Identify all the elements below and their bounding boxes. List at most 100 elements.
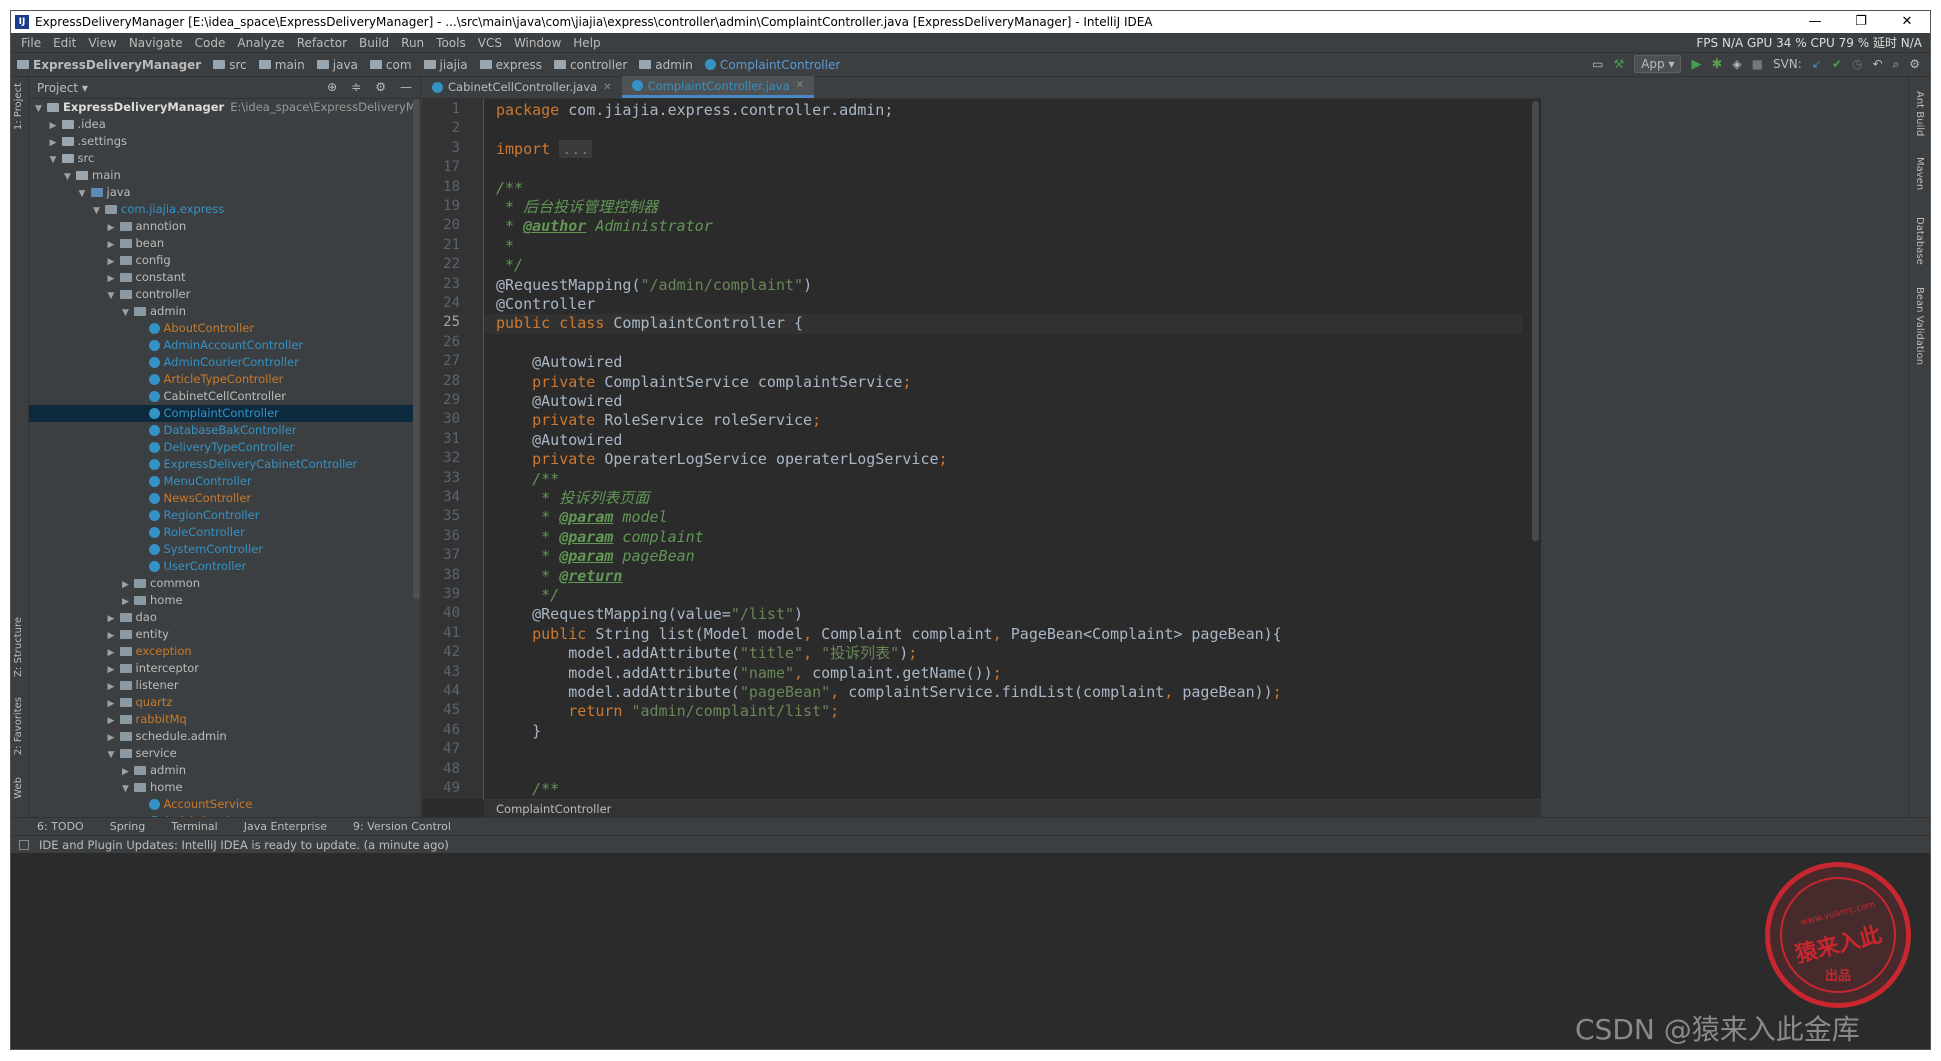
code-line[interactable]: * 后台投诉管理控制器: [496, 198, 658, 217]
tree-item[interactable]: ▶ .settings: [29, 133, 413, 150]
breadcrumb-item[interactable]: jiajia: [423, 58, 480, 72]
tree-item[interactable]: DeliveryTypeController: [29, 439, 413, 456]
tree-item[interactable]: ▶ annotion: [29, 218, 413, 235]
code-line[interactable]: @Controller: [496, 295, 595, 314]
coverage-icon[interactable]: ◈: [1732, 57, 1741, 71]
code-area[interactable]: package com.jiajia.express.controller.ad…: [484, 99, 1523, 799]
project-scrollbar[interactable]: [413, 99, 420, 599]
tree-item[interactable]: RoleController: [29, 524, 413, 541]
menu-code[interactable]: Code: [189, 36, 232, 50]
menu-vcs[interactable]: VCS: [472, 36, 508, 50]
tab-close-icon[interactable]: ✕: [603, 82, 611, 93]
menu-refactor[interactable]: Refactor: [291, 36, 353, 50]
tree-item[interactable]: ▶ listener: [29, 677, 413, 694]
code-line[interactable]: *: [496, 237, 514, 256]
tree-item[interactable]: ▼ home: [29, 779, 413, 796]
editor-scrollbar[interactable]: [1532, 101, 1539, 541]
editor-tab[interactable]: ComplaintController.java ✕: [621, 76, 815, 98]
run-config-select[interactable]: App ▾: [1634, 55, 1682, 73]
tree-item[interactable]: AdminAccountController: [29, 337, 413, 354]
code-line[interactable]: /**: [496, 780, 559, 799]
code-line[interactable]: */: [496, 256, 523, 275]
project-view-select[interactable]: Project ▾: [37, 81, 88, 95]
tree-item[interactable]: ▶ interceptor: [29, 660, 413, 677]
menu-file[interactable]: File: [15, 36, 47, 50]
layout-icon[interactable]: ▭: [1592, 57, 1603, 71]
tree-item[interactable]: AdminCourierController: [29, 354, 413, 371]
status-toggle-icon[interactable]: [19, 839, 29, 850]
menu-navigate[interactable]: Navigate: [123, 36, 189, 50]
code-line[interactable]: * @param model: [496, 508, 667, 527]
menu-view[interactable]: View: [82, 36, 122, 50]
code-line[interactable]: public String list(Model model, Complain…: [496, 625, 1282, 644]
build-hammer-icon[interactable]: ⚒: [1613, 57, 1624, 71]
menu-window[interactable]: Window: [508, 36, 567, 50]
tool-window-button[interactable]: 6: TODO: [37, 820, 84, 833]
code-line[interactable]: @RequestMapping(value="/list"): [496, 605, 803, 624]
menu-run[interactable]: Run: [395, 36, 430, 50]
side-tool-button[interactable]: Database: [1914, 217, 1925, 265]
tool-window-button[interactable]: Java Enterprise: [244, 820, 327, 833]
collapse-all-icon[interactable]: ≑: [351, 80, 361, 94]
code-line[interactable]: import ...: [496, 139, 593, 159]
tool-window-button[interactable]: 9: Version Control: [353, 820, 451, 833]
tree-item[interactable]: ▼ src: [29, 150, 413, 167]
tree-item[interactable]: ArticleTypeController: [29, 371, 413, 388]
code-line[interactable]: public class ComplaintController {: [496, 314, 803, 333]
tree-item[interactable]: ▶ dao: [29, 609, 413, 626]
tree-item[interactable]: ▶ quartz: [29, 694, 413, 711]
side-tool-button[interactable]: Ant Build: [1914, 91, 1925, 136]
tree-item[interactable]: ▼ main: [29, 167, 413, 184]
menu-edit[interactable]: Edit: [47, 36, 82, 50]
search-icon[interactable]: ⌕: [1893, 57, 1900, 72]
code-line[interactable]: /**: [496, 470, 559, 489]
code-line[interactable]: @RequestMapping("/admin/complaint"): [496, 276, 812, 295]
side-tool-button[interactable]: Maven: [1914, 157, 1925, 190]
minimize-button[interactable]: —: [1792, 11, 1838, 33]
side-tool-button[interactable]: Z: Structure: [13, 617, 24, 677]
tree-item[interactable]: NewsController: [29, 490, 413, 507]
code-line[interactable]: @Autowired: [496, 353, 622, 372]
breadcrumb-item[interactable]: com: [369, 58, 424, 72]
code-line[interactable]: private OperaterLogService operaterLogSe…: [496, 450, 947, 469]
side-tool-button[interactable]: 2: Favorites: [13, 697, 24, 755]
breadcrumb-item[interactable]: controller: [554, 58, 639, 72]
tree-root[interactable]: ▼ ExpressDeliveryManager E:\idea_space\Exp…: [29, 99, 413, 116]
breadcrumb-item[interactable]: ExpressDeliveryManager: [17, 58, 213, 72]
tree-item[interactable]: ▼ admin: [29, 303, 413, 320]
run-icon[interactable]: ▶: [1691, 57, 1701, 72]
menu-tools[interactable]: Tools: [430, 36, 472, 50]
breadcrumb-item[interactable]: main: [258, 58, 317, 72]
side-tool-button[interactable]: 1: Project: [13, 83, 24, 130]
breadcrumb-item[interactable]: src: [213, 58, 259, 72]
tree-item[interactable]: ▼ service: [29, 745, 413, 762]
code-line[interactable]: * @return: [496, 567, 622, 586]
tree-item[interactable]: ExpressDeliveryCabinetController: [29, 456, 413, 473]
tool-window-button[interactable]: Terminal: [171, 820, 218, 833]
code-line[interactable]: * @param complaint: [496, 528, 704, 547]
svn-update-icon[interactable]: ↙: [1812, 57, 1822, 71]
settings-icon[interactable]: ⚙: [1909, 57, 1920, 71]
menu-help[interactable]: Help: [567, 36, 606, 50]
hide-icon[interactable]: —: [400, 80, 412, 94]
tree-item[interactable]: ▶ bean: [29, 235, 413, 252]
code-line[interactable]: model.addAttribute("title", "投诉列表");: [496, 644, 917, 663]
side-tool-button[interactable]: Web: [13, 777, 24, 799]
side-tool-button[interactable]: Bean Validation: [1914, 287, 1925, 365]
tree-item[interactable]: UserController: [29, 558, 413, 575]
tree-item[interactable]: MenuController: [29, 473, 413, 490]
tree-item[interactable]: ▶ home: [29, 592, 413, 609]
tree-item[interactable]: ▶ common: [29, 575, 413, 592]
menu-build[interactable]: Build: [353, 36, 395, 50]
tree-item[interactable]: DatabaseBakController: [29, 422, 413, 439]
maximize-button[interactable]: ❐: [1838, 11, 1884, 33]
tree-item[interactable]: AccountService: [29, 796, 413, 813]
code-line[interactable]: private ComplaintService complaintServic…: [496, 373, 911, 392]
code-line[interactable]: }: [496, 722, 541, 741]
code-line[interactable]: * @param pageBean: [496, 547, 695, 566]
close-button[interactable]: ✕: [1884, 11, 1930, 33]
debug-icon[interactable]: ✱: [1711, 57, 1722, 72]
tree-item[interactable]: ▼ java: [29, 184, 413, 201]
code-line[interactable]: @Autowired: [496, 392, 622, 411]
svn-commit-icon[interactable]: ✔: [1832, 57, 1842, 71]
